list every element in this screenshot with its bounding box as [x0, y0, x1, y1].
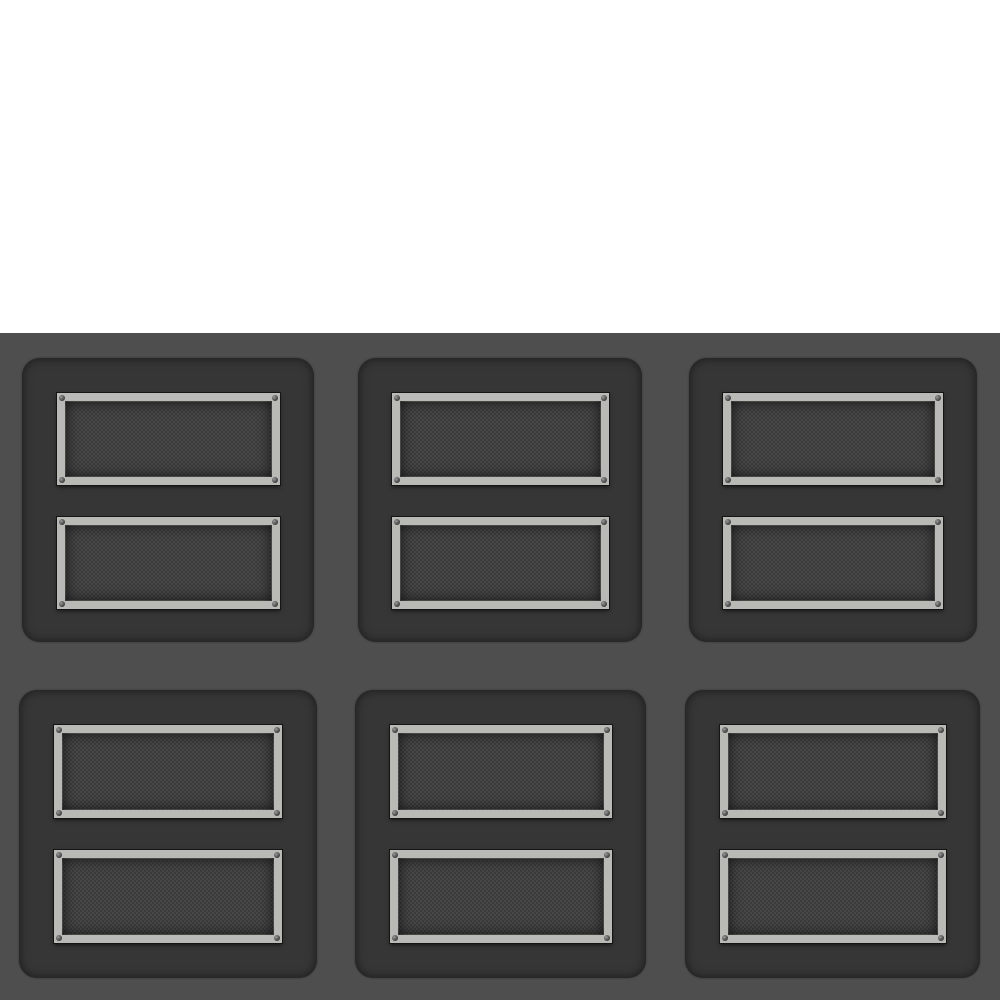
- board: [0, 333, 1000, 1000]
- rivet-icon: [935, 519, 941, 525]
- mesh-slot: [720, 850, 946, 943]
- rivet-icon: [59, 601, 65, 607]
- mesh-slot: [390, 850, 612, 943]
- rivet-icon: [56, 935, 62, 941]
- rivet-icon: [722, 935, 728, 941]
- rivet-icon: [601, 601, 607, 607]
- rivet-icon: [274, 810, 280, 816]
- rivet-icon: [59, 477, 65, 483]
- mesh-slot: [392, 393, 609, 485]
- rivet-icon: [392, 935, 398, 941]
- rivet-icon: [272, 477, 278, 483]
- rivet-icon: [935, 477, 941, 483]
- panel-row2-col1: [19, 690, 317, 978]
- mesh-slot: [723, 393, 943, 485]
- rivet-icon: [938, 727, 944, 733]
- rivet-icon: [601, 395, 607, 401]
- rivet-icon: [604, 935, 610, 941]
- rivet-icon: [604, 810, 610, 816]
- panel-row2-col3: [685, 690, 980, 978]
- mesh-slot: [57, 393, 280, 485]
- rivet-icon: [604, 852, 610, 858]
- panel-row1-col3: [689, 358, 977, 642]
- mesh-slot: [390, 725, 612, 818]
- rivet-icon: [935, 395, 941, 401]
- blank-area: [0, 0, 1000, 333]
- rivet-icon: [725, 519, 731, 525]
- rivet-icon: [274, 727, 280, 733]
- rivet-icon: [392, 727, 398, 733]
- rivet-icon: [725, 477, 731, 483]
- rivet-icon: [59, 519, 65, 525]
- rivet-icon: [601, 477, 607, 483]
- rivet-icon: [272, 601, 278, 607]
- stage: [0, 0, 1000, 1000]
- rivet-icon: [722, 727, 728, 733]
- rivet-icon: [722, 852, 728, 858]
- mesh-slot: [57, 517, 280, 609]
- panel-row2-col2: [355, 690, 646, 978]
- rivet-icon: [56, 810, 62, 816]
- rivet-icon: [935, 601, 941, 607]
- rivet-icon: [274, 935, 280, 941]
- rivet-icon: [604, 727, 610, 733]
- mesh-slot: [54, 850, 282, 943]
- rivet-icon: [59, 395, 65, 401]
- rivet-icon: [394, 395, 400, 401]
- rivet-icon: [394, 601, 400, 607]
- rivet-icon: [938, 852, 944, 858]
- mesh-slot: [392, 517, 609, 609]
- mesh-slot: [723, 517, 943, 609]
- rivet-icon: [725, 395, 731, 401]
- rivet-icon: [56, 852, 62, 858]
- rivet-icon: [274, 852, 280, 858]
- rivet-icon: [272, 395, 278, 401]
- rivet-icon: [601, 519, 607, 525]
- mesh-slot: [54, 725, 282, 818]
- rivet-icon: [392, 852, 398, 858]
- rivet-icon: [394, 477, 400, 483]
- panel-row1-col1: [22, 358, 314, 642]
- rivet-icon: [56, 727, 62, 733]
- mesh-slot: [720, 725, 946, 818]
- rivet-icon: [938, 935, 944, 941]
- rivet-icon: [722, 810, 728, 816]
- rivet-icon: [392, 810, 398, 816]
- rivet-icon: [938, 810, 944, 816]
- panel-row1-col2: [358, 358, 642, 642]
- rivet-icon: [272, 519, 278, 525]
- rivet-icon: [725, 601, 731, 607]
- rivet-icon: [394, 519, 400, 525]
